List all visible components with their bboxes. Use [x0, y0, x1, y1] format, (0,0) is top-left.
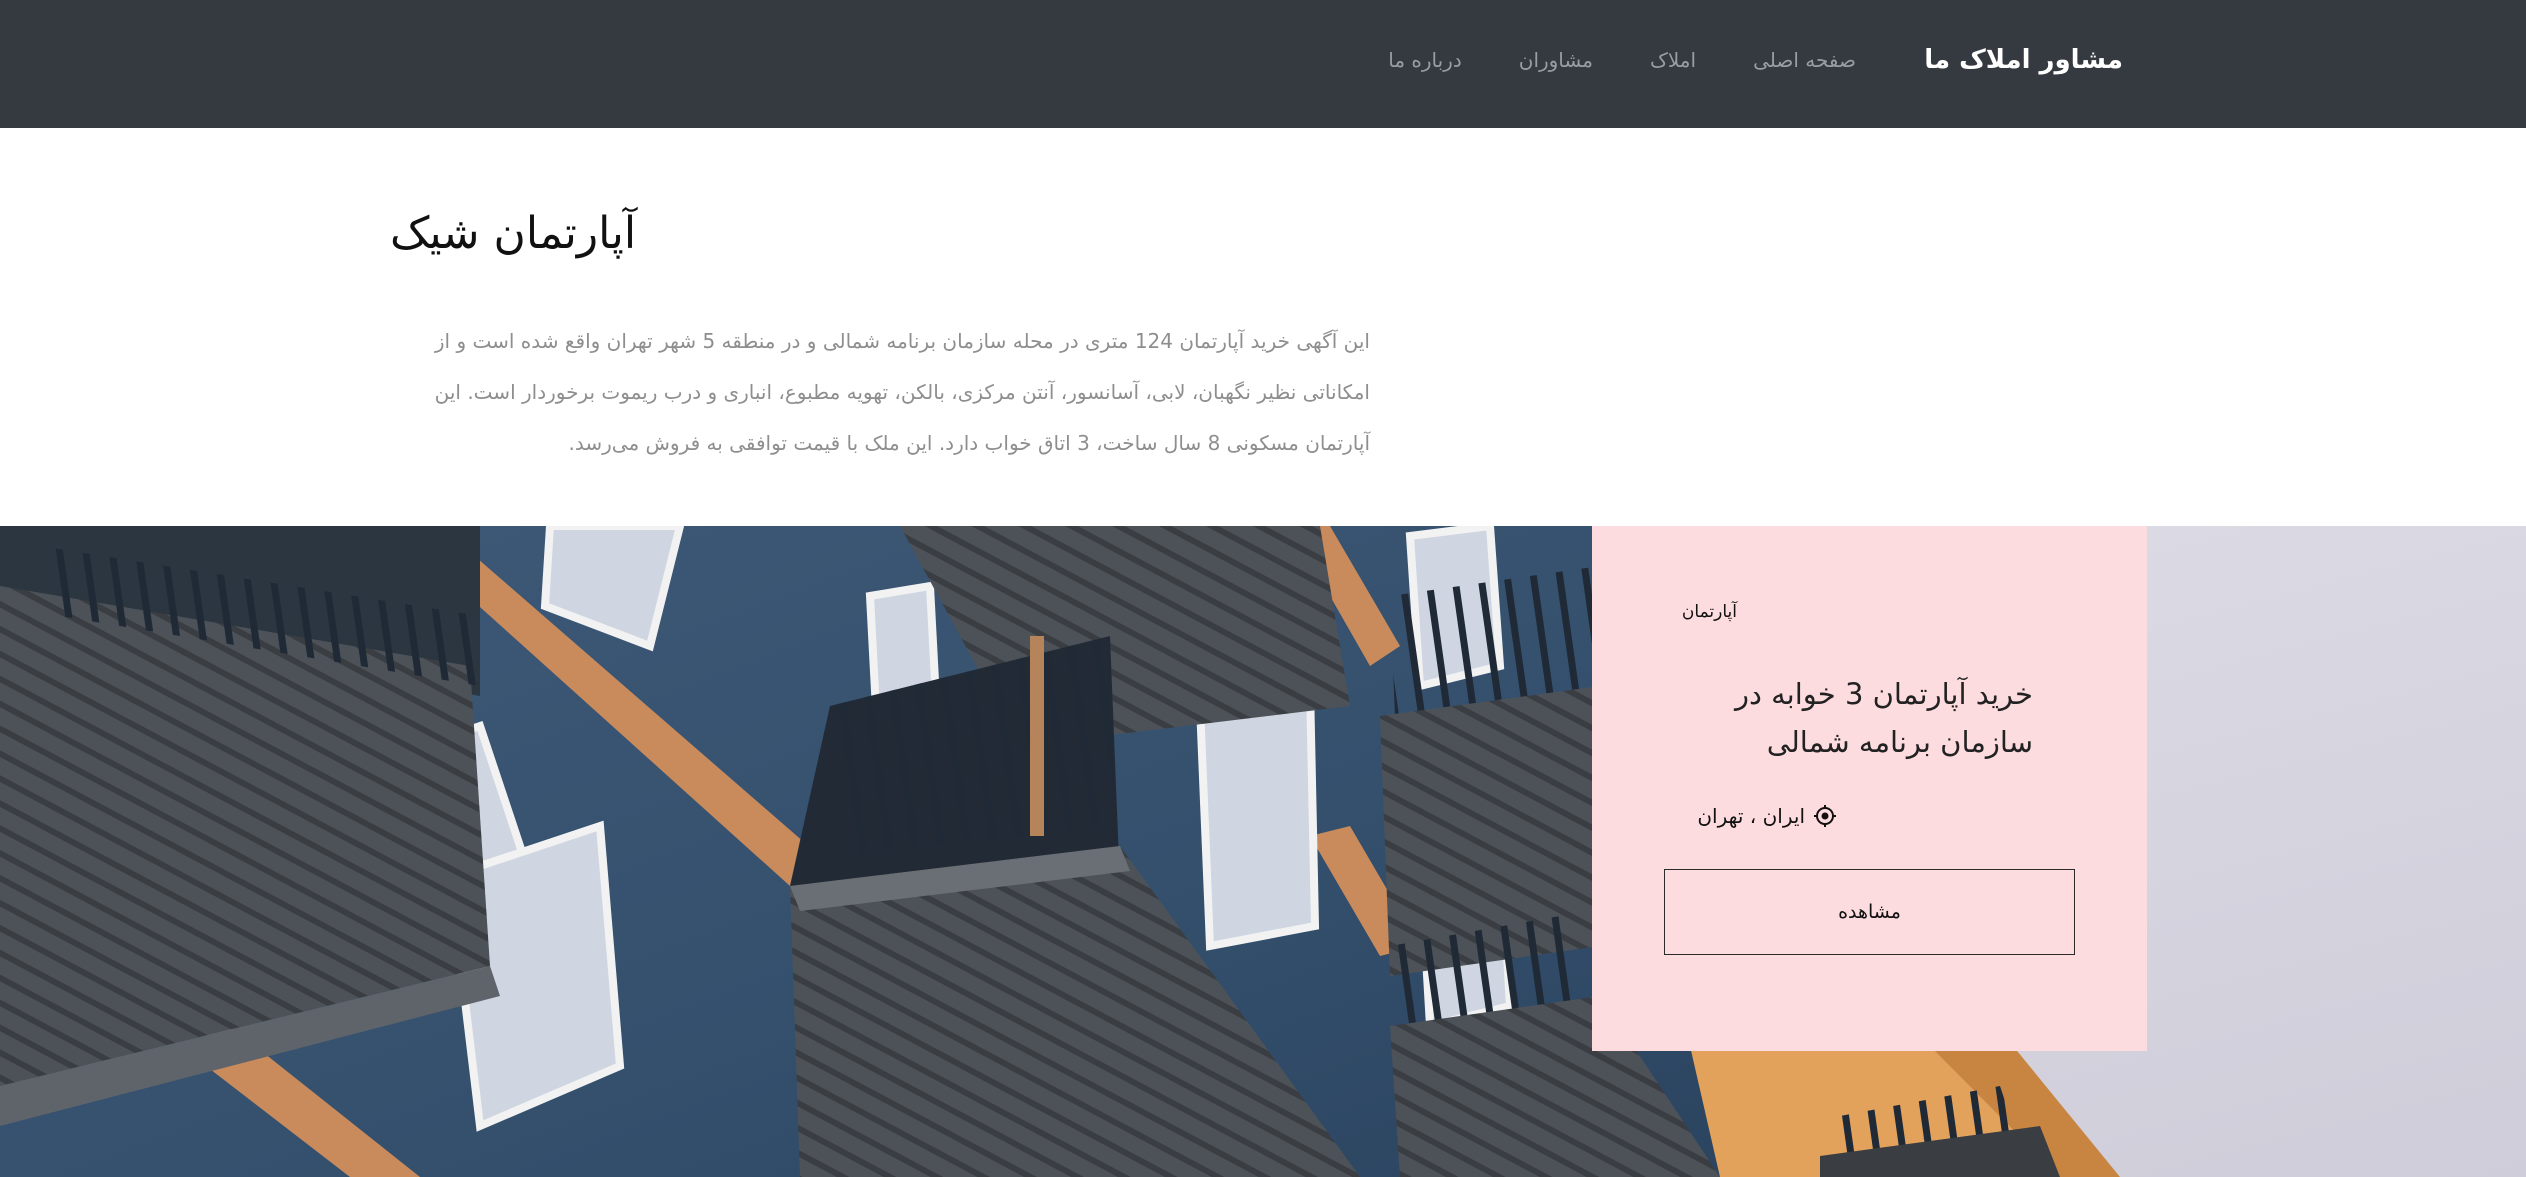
- location-text: ایران ، تهران: [1697, 804, 1805, 828]
- nav-link-properties[interactable]: املاک: [1650, 48, 1696, 72]
- nav-item-about: درباره ما: [1388, 36, 1462, 84]
- property-title: خرید آپارتمان 3 خوابه در سازمان برنامه ش…: [1734, 677, 2033, 759]
- brand-logo-text[interactable]: مشاور املاک ما: [1924, 36, 2123, 84]
- apartment-building-photo: [0, 526, 2526, 1177]
- intro-section: آپارتمان شیک این آگهی خرید آپارتمان 124 …: [390, 128, 1370, 526]
- page-title: آپارتمان شیک: [390, 208, 637, 259]
- nav-link-about[interactable]: درباره ما: [1388, 48, 1462, 72]
- map-marker-icon: [1814, 805, 1836, 827]
- property-location: ایران ، تهران: [1697, 804, 1837, 828]
- property-card: آپارتمان خرید آپارتمان 3 خوابه در سازمان…: [1592, 526, 2147, 1051]
- view-property-button[interactable]: مشاهده: [1664, 869, 2075, 955]
- property-type-label: آپارتمان: [1681, 602, 1737, 622]
- main-nav: صفحه اصلی املاک مشاوران درباره ما: [1388, 36, 1856, 84]
- nav-link-home[interactable]: صفحه اصلی: [1753, 48, 1856, 72]
- hero-section: [0, 526, 2526, 1177]
- nav-item-properties: املاک: [1650, 36, 1696, 84]
- nav-link-agents[interactable]: مشاوران: [1519, 48, 1593, 72]
- nav-item-home: صفحه اصلی: [1753, 36, 1856, 84]
- intro-description: این آگهی خرید آپارتمان 124 متری در محله …: [434, 329, 1370, 455]
- nav-item-agents: مشاوران: [1519, 36, 1593, 84]
- top-navbar: مشاور املاک ما صفحه اصلی املاک مشاوران د…: [0, 0, 2526, 128]
